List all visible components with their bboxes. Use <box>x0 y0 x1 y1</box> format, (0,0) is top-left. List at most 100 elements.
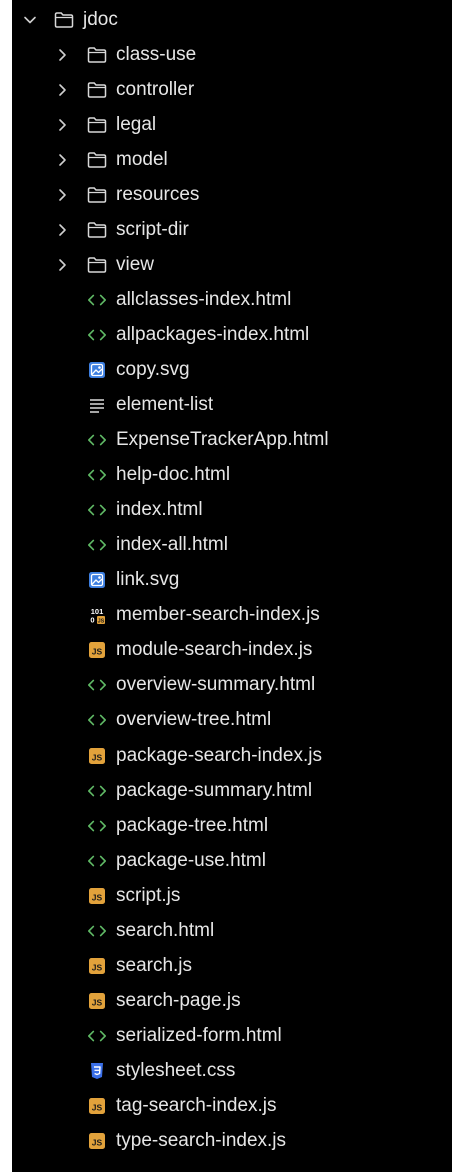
html-file-icon <box>87 710 107 730</box>
folder-icon <box>54 10 74 30</box>
tree-item-label: package-use.html <box>116 849 266 871</box>
chevron-right-icon[interactable] <box>54 257 70 273</box>
tree-file-item[interactable]: JS type-search-index.js <box>12 1124 452 1159</box>
tree-folder-item[interactable]: class-use <box>12 37 452 72</box>
js-file-icon: JS <box>87 1131 107 1151</box>
tree-item-label: element-list <box>116 394 214 416</box>
tree-file-item[interactable]: overview-tree.html <box>12 703 452 738</box>
svg-text:JS: JS <box>92 752 103 762</box>
tree-item-label: package-search-index.js <box>116 744 322 766</box>
tree-folder-item[interactable]: legal <box>12 107 452 142</box>
tree-file-item[interactable]: search.html <box>12 913 452 948</box>
tree-file-item[interactable]: JS script.js <box>12 878 452 913</box>
svg-text:JS: JS <box>98 619 105 625</box>
tree-item-label: ExpenseTrackerApp.html <box>116 429 329 451</box>
svg-text:JS: JS <box>92 997 103 1007</box>
chevron-right-icon[interactable] <box>54 152 70 168</box>
folder-icon <box>87 45 107 65</box>
tree-folder-item[interactable]: model <box>12 142 452 177</box>
tree-file-item[interactable]: JS package-search-index.js <box>12 738 452 773</box>
tree-file-item[interactable]: index.html <box>12 493 452 528</box>
tree-file-item[interactable]: ExpenseTrackerApp.html <box>12 423 452 458</box>
tree-file-item[interactable]: package-use.html <box>12 843 452 878</box>
folder-icon <box>87 220 107 240</box>
tree-item-label: overview-tree.html <box>116 709 272 731</box>
project-tree-panel: jdoc class-use controller legal model resourc… <box>12 0 452 1172</box>
html-file-icon <box>87 816 107 836</box>
folder-icon <box>87 255 107 275</box>
html-file-icon <box>87 500 107 520</box>
tree-folder-item[interactable]: script-dir <box>12 212 452 247</box>
html-file-icon <box>87 465 107 485</box>
tree-file-item[interactable]: package-tree.html <box>12 808 452 843</box>
tree-file-item[interactable]: package-summary.html <box>12 773 452 808</box>
tree-item-label: search.html <box>116 919 215 941</box>
tree-item-label: view <box>116 253 155 275</box>
tree-item-label: controller <box>116 78 195 100</box>
tree-item-label: module-search-index.js <box>116 639 313 661</box>
tree-item-label: overview-summary.html <box>116 674 316 696</box>
tree-item-label: script-dir <box>116 218 189 240</box>
html-file-icon <box>87 781 107 801</box>
tree-item-label: class-use <box>116 43 197 65</box>
chevron-right-icon[interactable] <box>54 187 70 203</box>
tree-item-label: allpackages-index.html <box>116 323 310 345</box>
tree-item-label: stylesheet.css <box>116 1059 236 1081</box>
tree-folder-root[interactable]: jdoc <box>12 2 452 37</box>
svg-text:JS: JS <box>92 1137 103 1147</box>
tree-file-item[interactable]: JS search.js <box>12 948 452 983</box>
folder-icon <box>87 115 107 135</box>
chevron-right-icon[interactable] <box>54 82 70 98</box>
tree-item-label: index.html <box>116 499 203 521</box>
folder-icon <box>87 185 107 205</box>
tree-item-label: jdoc <box>83 8 118 30</box>
tree-file-item[interactable]: stylesheet.css <box>12 1053 452 1088</box>
tree-item-label: type-search-index.js <box>116 1130 287 1152</box>
tree-item-label: link.svg <box>116 569 180 591</box>
svg-text:JS: JS <box>92 892 103 902</box>
html-file-icon <box>87 430 107 450</box>
tree-file-item[interactable]: link.svg <box>12 563 452 598</box>
chevron-right-icon[interactable] <box>54 47 70 63</box>
tree-file-item[interactable]: element-list <box>12 388 452 423</box>
tree-item-label: package-summary.html <box>116 779 313 801</box>
js-file-icon: JS <box>87 956 107 976</box>
tree-folder-item[interactable]: resources <box>12 177 452 212</box>
folder-icon <box>87 150 107 170</box>
js-file-icon: JS <box>87 886 107 906</box>
tree-folder-item[interactable]: controller <box>12 72 452 107</box>
tree-file-item[interactable]: serialized-form.html <box>12 1018 452 1053</box>
tree-item-label: tag-search-index.js <box>116 1094 277 1116</box>
tree-item-label: index-all.html <box>116 534 228 556</box>
binary-file-icon: 101 0 JS <box>87 605 107 625</box>
chevron-right-icon[interactable] <box>54 117 70 133</box>
html-file-icon <box>87 290 107 310</box>
html-file-icon <box>87 675 107 695</box>
tree-file-item[interactable]: copy.svg <box>12 352 452 387</box>
tree-file-item[interactable]: JS search-page.js <box>12 983 452 1018</box>
tree-file-item[interactable]: allclasses-index.html <box>12 282 452 317</box>
tree-file-item[interactable]: index-all.html <box>12 528 452 563</box>
tree-file-item[interactable]: JS module-search-index.js <box>12 633 452 668</box>
html-file-icon <box>87 535 107 555</box>
tree-item-label: serialized-form.html <box>116 1024 282 1046</box>
tree-item-label: model <box>116 148 168 170</box>
tree-file-item[interactable]: allpackages-index.html <box>12 317 452 352</box>
tree-file-item[interactable]: JS tag-search-index.js <box>12 1088 452 1123</box>
tree-file-item[interactable]: 101 0 JS member-search-index.js <box>12 598 452 633</box>
tree-file-item[interactable]: overview-summary.html <box>12 668 452 703</box>
svg-text:JS: JS <box>92 962 103 972</box>
svg-text:0: 0 <box>90 616 94 625</box>
tree-folder-item[interactable]: view <box>12 247 452 282</box>
js-file-icon: JS <box>87 746 107 766</box>
html-file-icon <box>87 921 107 941</box>
chevron-down-icon[interactable] <box>22 12 38 28</box>
js-file-icon: JS <box>87 991 107 1011</box>
html-file-icon <box>87 325 107 345</box>
tree-item-label: member-search-index.js <box>116 604 320 626</box>
tree-item-label: legal <box>116 113 157 135</box>
tree-file-item[interactable]: help-doc.html <box>12 458 452 493</box>
html-file-icon <box>87 851 107 871</box>
chevron-right-icon[interactable] <box>54 222 70 238</box>
folder-icon <box>87 80 107 100</box>
